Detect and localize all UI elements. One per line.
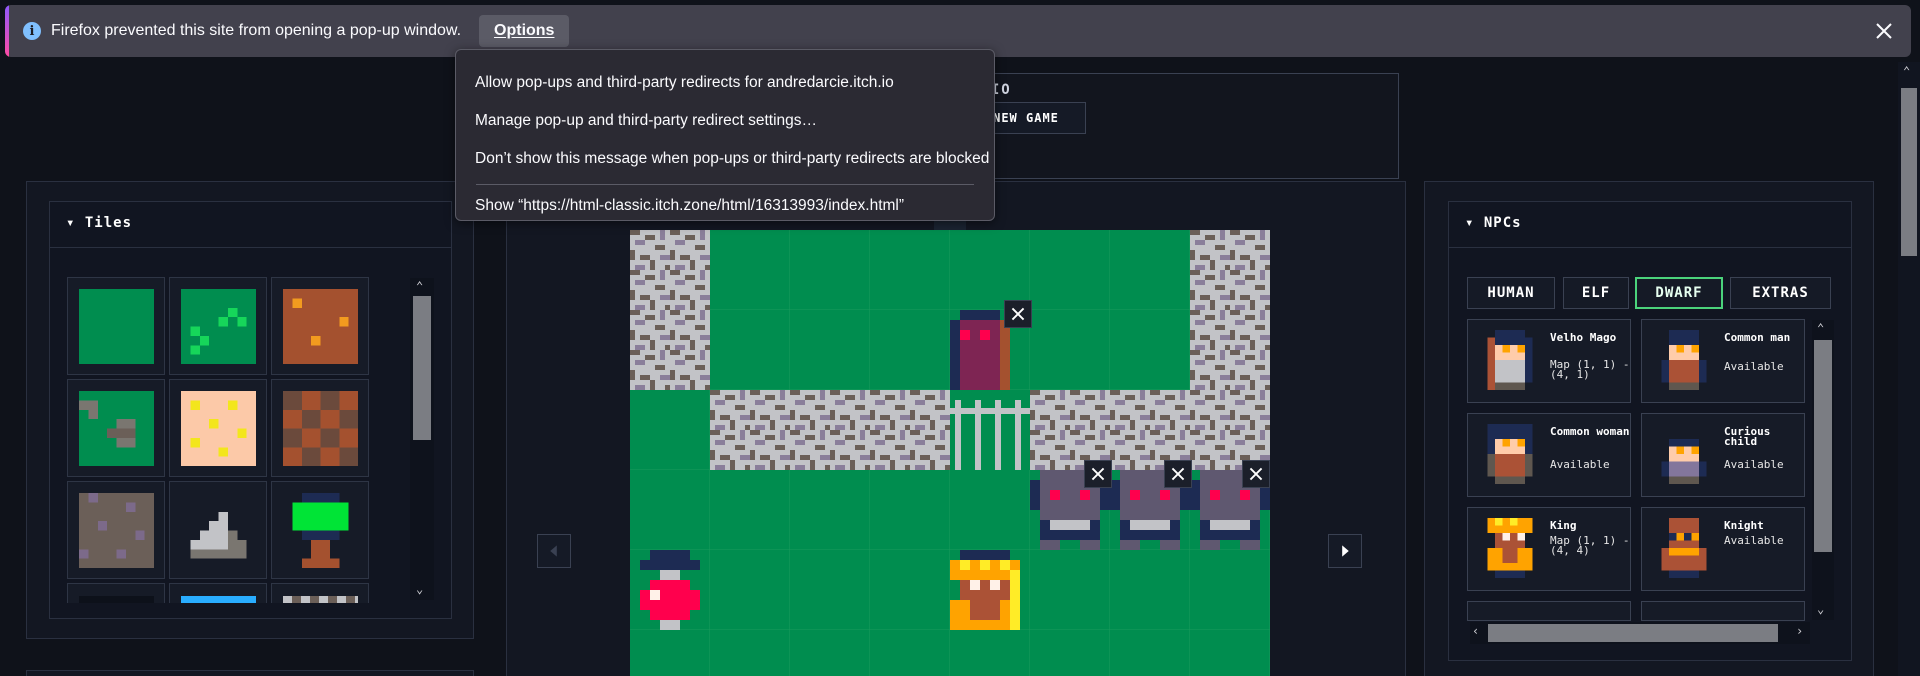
tab-human[interactable]: HUMAN [1467,277,1555,309]
npc-card-next-2[interactable] [1641,601,1805,621]
menu-item-manage-settings[interactable]: Manage pop-up and third-party redirect s… [456,102,994,140]
remove-npc-button-3[interactable] [1164,460,1192,488]
map-canvas[interactable] [630,230,1270,676]
notification-text: Firefox prevented this site from opening… [51,22,462,39]
npc-knight-icon [1661,518,1707,578]
tile-dirt[interactable] [271,277,369,375]
npc-card-common-man[interactable]: Common man Available [1641,319,1805,403]
tile-rock[interactable] [169,481,267,579]
tiles-scroll-down-icon[interactable]: ⌄ [416,582,423,596]
lower-left-panel [26,670,474,676]
remove-npc-button-2[interactable] [1084,460,1112,488]
npc-card-common-woman[interactable]: Common woman Available [1467,413,1631,497]
npc-velho-mago-icon [1487,330,1533,390]
tab-dwarf[interactable]: DWARF [1635,277,1723,309]
npc-name: Curious child [1724,425,1771,448]
npc-name: Common woman [1550,425,1630,438]
remove-npc-button-1[interactable] [1004,300,1032,328]
tiles-next-row [67,583,370,603]
tile-checker-floor[interactable] [271,379,369,477]
tile-tree[interactable] [271,481,369,579]
menu-item-allow-popups[interactable]: Allow pop-ups and third-party redirects … [456,64,994,102]
page-scrollbar-thumb[interactable] [1901,88,1917,256]
map-prev-button[interactable] [537,534,571,568]
npc-status: Available [1724,534,1784,547]
npc-status: Available [1724,360,1784,373]
npc-king-icon [1487,518,1533,578]
npc-king-sprite[interactable] [950,550,1030,630]
npc-card-king[interactable]: King Map (1, 1) - (4, 4) [1467,507,1631,591]
tile-grass[interactable] [67,277,165,375]
options-menu: Allow pop-ups and third-party redirects … [455,49,995,221]
npc-status: Map (1, 1) - (4, 1) [1550,358,1630,381]
tiles-scroll-up-icon[interactable]: ⌃ [416,279,423,293]
npc-name: Knight [1724,519,1764,532]
npc-curious-child-icon [1661,439,1707,484]
npc-status: Available [1724,458,1784,471]
tile-grass-flowers[interactable] [169,277,267,375]
map-next-button[interactable] [1328,534,1362,568]
page-scroll-up-icon[interactable]: ⌃ [1903,64,1910,78]
close-icon[interactable] [1871,18,1897,44]
info-icon: i [23,22,41,40]
npc-common-man-icon [1661,330,1707,390]
menu-item-dont-show[interactable]: Don’t show this message when pop-ups or … [456,140,994,178]
tile-grass-rock[interactable] [67,379,165,477]
npc-name: Common man [1724,331,1791,344]
npc-name: Velho Mago [1550,331,1617,344]
menu-separator [476,184,974,185]
npc-status: Available [1550,458,1610,471]
npcs-title: ▾ NPCs [1465,215,1522,231]
npc-status: Map (1, 1) - (4, 4) [1550,534,1630,557]
npcs-vscrollbar-thumb[interactable] [1814,340,1832,552]
remove-npc-button-4[interactable] [1242,460,1270,488]
npcs-hscrollbar-thumb[interactable] [1488,624,1778,642]
npcs-scroll-up-icon[interactable]: ⌃ [1817,321,1824,335]
tile-stone[interactable] [67,481,165,579]
game-header-box: UDIO NEW GAME [966,73,1399,179]
menu-item-show-popup[interactable]: Show “https://html-classic.itch.zone/htm… [456,197,994,235]
tab-extras[interactable]: EXTRAS [1730,277,1831,309]
npc-card-velho-mago[interactable]: Velho Mago Map (1, 1) - (4, 1) [1467,319,1631,403]
options-button[interactable]: Options [479,15,570,47]
notification-accent [5,5,9,57]
npcs-scroll-left-icon[interactable]: ‹ [1472,624,1479,638]
tile-sand[interactable] [169,379,267,477]
npc-name: King [1550,519,1577,532]
npc-card-next-1[interactable] [1467,601,1631,621]
tiles-title: ▾ Tiles [66,215,133,231]
item-potion-sprite[interactable] [630,550,710,630]
npcs-scroll-right-icon[interactable]: › [1796,624,1803,638]
npc-card-curious-child[interactable]: Curious child Available [1641,413,1805,497]
npc-common-woman-icon [1487,424,1533,484]
npcs-scroll-down-icon[interactable]: ⌄ [1817,602,1824,616]
npc-card-knight[interactable]: Knight Available [1641,507,1805,591]
tiles-scrollbar-thumb[interactable] [413,296,431,440]
tab-elf[interactable]: ELF [1563,277,1629,309]
